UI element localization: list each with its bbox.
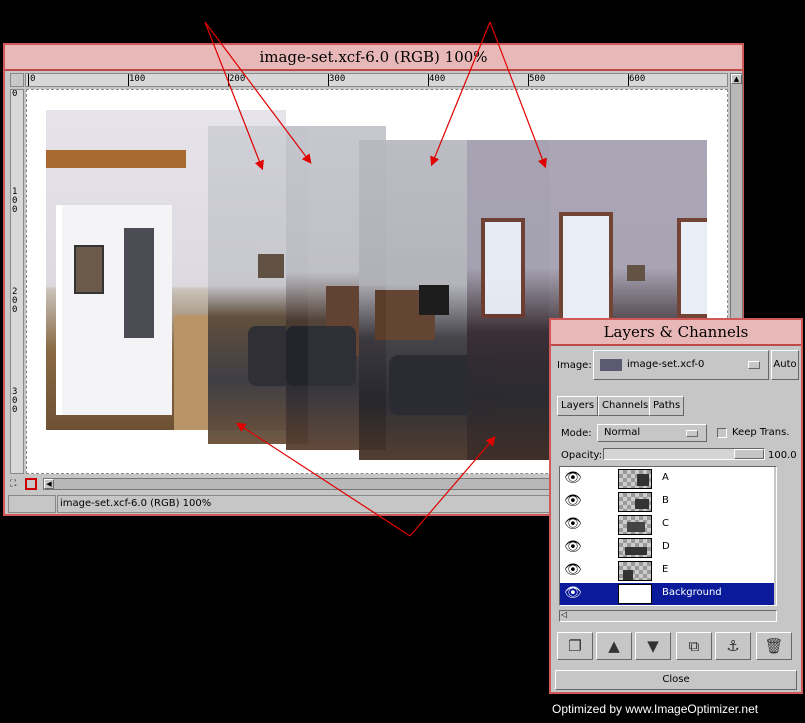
tab-layers[interactable]: Layers (557, 396, 599, 416)
layer-thumbnail (618, 469, 652, 489)
duplicate-layer-icon: ⧉ (688, 637, 700, 655)
layer-row-e[interactable]: 👁 E (560, 560, 774, 582)
layers-dialog-title[interactable]: Layers & Channels (551, 320, 801, 346)
raise-layer-button[interactable]: ▲ (596, 632, 632, 660)
eye-icon[interactable]: 👁 (564, 494, 586, 509)
mode-label: Mode: (561, 428, 592, 439)
eye-icon[interactable]: 👁 (564, 563, 586, 578)
opacity-slider[interactable] (603, 448, 765, 460)
keep-trans-label: Keep Trans. (732, 427, 790, 438)
layer-row-d[interactable]: 👁 D (560, 537, 774, 559)
watermark-text: Optimized by www.ImageOptimizer.net (552, 702, 759, 716)
tab-paths[interactable]: Paths (649, 396, 685, 416)
image-select[interactable]: image-set.xcf-0 (593, 350, 769, 380)
layer-thumbnail (618, 584, 652, 604)
layer-thumbnail (618, 515, 652, 535)
layers-channels-dialog: Layers & Channels Image: image-set.xcf-0… (549, 318, 803, 694)
layer-name: C (662, 518, 669, 529)
close-button[interactable]: Close (555, 670, 797, 690)
lower-layer-button[interactable]: ▼ (635, 632, 671, 660)
list-scrollbar[interactable] (774, 467, 776, 605)
layer-name: Background (662, 587, 722, 598)
anchor-layer-button[interactable]: ⚓ (715, 632, 751, 660)
layer-name: D (662, 541, 670, 552)
eye-icon[interactable]: 👁 (564, 586, 586, 601)
layer-thumbnail (618, 492, 652, 512)
image-select-value: image-set.xcf-0 (627, 359, 705, 370)
layers-list[interactable]: 👁 A 👁 B 👁 C 👁 D 👁 E 👁 Background (559, 466, 777, 606)
dropdown-icon (748, 361, 760, 369)
layer-row-b[interactable]: 👁 B (560, 491, 774, 513)
eye-icon[interactable]: 👁 (564, 471, 586, 486)
lower-layer-icon: ▼ (647, 637, 659, 655)
delete-layer-button[interactable]: 🗑 (756, 632, 792, 660)
layers-hscrollbar[interactable]: ◁ (559, 610, 777, 622)
scroll-left-arrow-icon[interactable]: ◁ (561, 610, 567, 619)
mode-select-value: Normal (604, 427, 641, 438)
tab-channels[interactable]: Channels (598, 396, 653, 416)
new-layer-icon: ❐ (568, 637, 582, 655)
layer-row-background[interactable]: 👁 Background (560, 583, 774, 605)
opacity-label: Opacity: (561, 450, 603, 461)
layer-name: A (662, 472, 669, 483)
layer-thumbnail (618, 538, 652, 558)
layer-name: B (662, 495, 669, 506)
layer-name: E (662, 564, 669, 575)
layer-row-a[interactable]: 👁 A (560, 468, 774, 490)
new-layer-button[interactable]: ❐ (557, 632, 593, 660)
eye-icon[interactable]: 👁 (564, 540, 586, 555)
dropdown-icon (686, 430, 698, 437)
eye-icon[interactable]: 👁 (564, 517, 586, 532)
keep-trans-checkbox[interactable] (717, 428, 727, 438)
anchor-icon: ⚓ (726, 637, 740, 655)
opacity-value: 100.0 (768, 450, 797, 461)
image-label: Image: (557, 360, 592, 371)
layer-thumbnail (618, 561, 652, 581)
raise-layer-icon: ▲ (608, 637, 620, 655)
duplicate-layer-button[interactable]: ⧉ (676, 632, 712, 660)
image-thumbnail-icon (600, 359, 622, 371)
opacity-slider-handle[interactable] (734, 449, 764, 459)
auto-button[interactable]: Auto (771, 350, 799, 380)
trash-icon: 🗑 (764, 637, 784, 655)
mode-select[interactable]: Normal (597, 424, 707, 442)
layer-row-c[interactable]: 👁 C (560, 514, 774, 536)
